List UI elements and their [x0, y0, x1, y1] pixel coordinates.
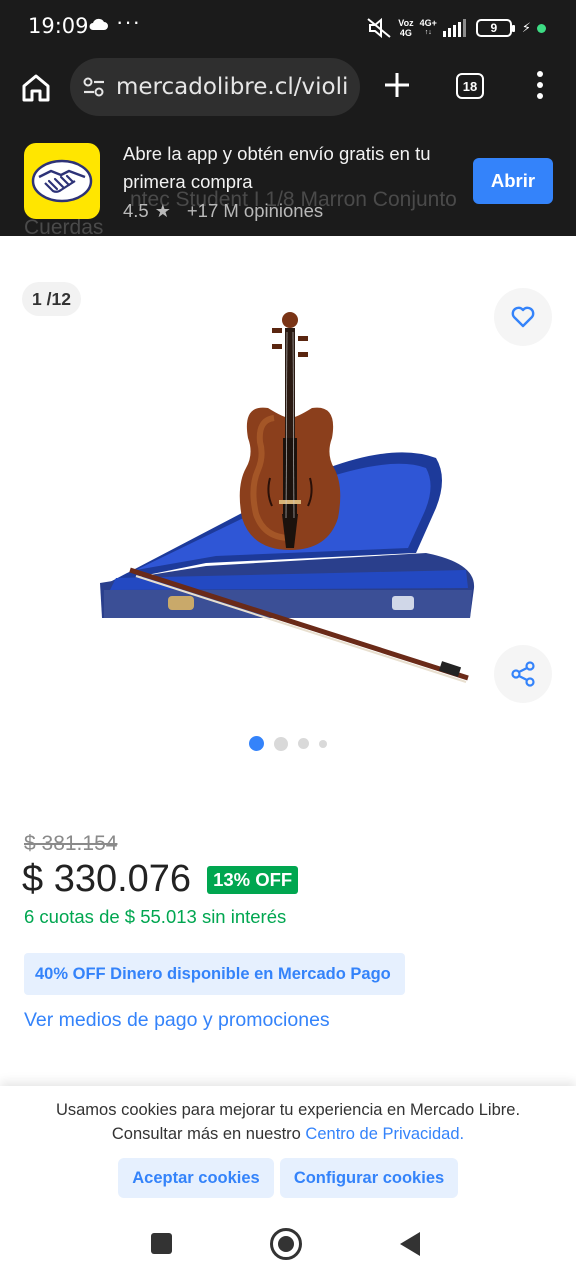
cookie-message: Usamos cookies para mejorar tu experienc…	[0, 1098, 576, 1146]
favorite-button[interactable]	[494, 288, 552, 346]
configure-cookies-button[interactable]: Configurar cookies	[280, 1158, 458, 1198]
recents-button[interactable]	[151, 1233, 172, 1254]
banner-message: Abre la app y obtén envío gratis en tu p…	[123, 143, 431, 192]
handshake-icon	[31, 159, 93, 203]
home-button[interactable]	[270, 1228, 302, 1260]
installments-text: 6 cuotas de $ 55.013 sin interés	[24, 906, 287, 927]
data-network-label: 4G+ ↑↓	[419, 18, 437, 36]
back-button[interactable]	[400, 1232, 420, 1256]
app-install-banner: ntec Student I 1/8 Marron Conjunto Cuerd…	[0, 128, 576, 236]
cookie-line-2-prefix: Consultar más en nuestro	[111, 1125, 301, 1143]
battery-level: 9	[490, 21, 498, 35]
tab-count: 18	[462, 78, 478, 94]
mute-icon	[367, 17, 391, 39]
share-icon	[511, 661, 535, 687]
home-dot-icon	[278, 1236, 294, 1252]
product-gallery[interactable]: 1 /12	[0, 236, 576, 776]
image-counter: 1 /12	[22, 282, 81, 316]
privacy-center-link[interactable]: Centro de Privacidad.	[305, 1125, 464, 1143]
battery-icon: 9	[475, 19, 515, 37]
review-count: +17 M opiniones	[186, 200, 324, 221]
cookie-line-2: Consultar más en nuestro Centro de Priva…	[0, 1122, 576, 1146]
rating-value: 4.5	[123, 200, 149, 221]
current-price: $ 330.076	[22, 858, 192, 900]
payment-methods-link[interactable]: Ver medios de pago y promociones	[24, 1009, 330, 1032]
status-bar: 19:09 ··· Voz 4G 4G+ ↑↓ 9 ⚡	[0, 0, 576, 56]
gallery-pagination	[0, 736, 576, 751]
mercadolibre-logo[interactable]	[24, 143, 100, 219]
home-icon[interactable]	[20, 72, 52, 104]
status-indicators: Voz 4G 4G+ ↑↓ 9 ⚡	[366, 14, 546, 42]
app-rating: 4.5 ★ +17 M opiniones	[123, 200, 323, 222]
heart-icon	[511, 306, 535, 328]
cookie-line-1: Usamos cookies para mejorar tu experienc…	[55, 1101, 521, 1119]
system-navigation-bar	[0, 1212, 576, 1280]
plus-icon[interactable]	[382, 70, 412, 100]
product-image-violin[interactable]	[96, 308, 480, 688]
signal-icon	[442, 19, 466, 37]
promo-chip: 40% OFF Dinero disponible en Mercado Pag…	[24, 953, 405, 995]
more-notifications-icon: ···	[116, 9, 141, 34]
discount-badge: 13% OFF	[207, 865, 299, 894]
status-time: 19:09	[28, 14, 89, 38]
pagination-dot[interactable]	[319, 739, 327, 748]
privacy-indicator-icon	[537, 23, 546, 33]
tabs-icon[interactable]: 18	[456, 73, 484, 99]
tune-icon[interactable]	[82, 76, 106, 98]
pagination-dot[interactable]	[274, 736, 288, 751]
pagination-dot-active[interactable]	[249, 736, 264, 751]
voice-network-label: Voz 4G	[398, 18, 414, 38]
price-row: $ 330.076 13% OFF	[22, 858, 299, 901]
open-app-button[interactable]: Abrir	[473, 158, 553, 204]
star-icon: ★	[154, 200, 171, 221]
address-bar[interactable]: mercadolibre.cl/violin-	[70, 58, 360, 116]
url-text[interactable]: mercadolibre.cl/violin-	[116, 74, 350, 100]
original-price: $ 381.154	[24, 832, 118, 855]
share-button[interactable]	[494, 645, 552, 703]
accept-cookies-button[interactable]: Aceptar cookies	[118, 1158, 274, 1198]
cloud-icon	[89, 18, 108, 30]
pagination-dot[interactable]	[298, 738, 309, 749]
charging-icon: ⚡	[521, 20, 531, 35]
browser-toolbar: mercadolibre.cl/violin- 18	[0, 56, 576, 128]
underlying-product-title-2: Cuerdas	[24, 216, 104, 236]
cookie-banner: Usamos cookies para mejorar tu experienc…	[0, 1086, 576, 1212]
more-icon[interactable]	[534, 70, 546, 100]
